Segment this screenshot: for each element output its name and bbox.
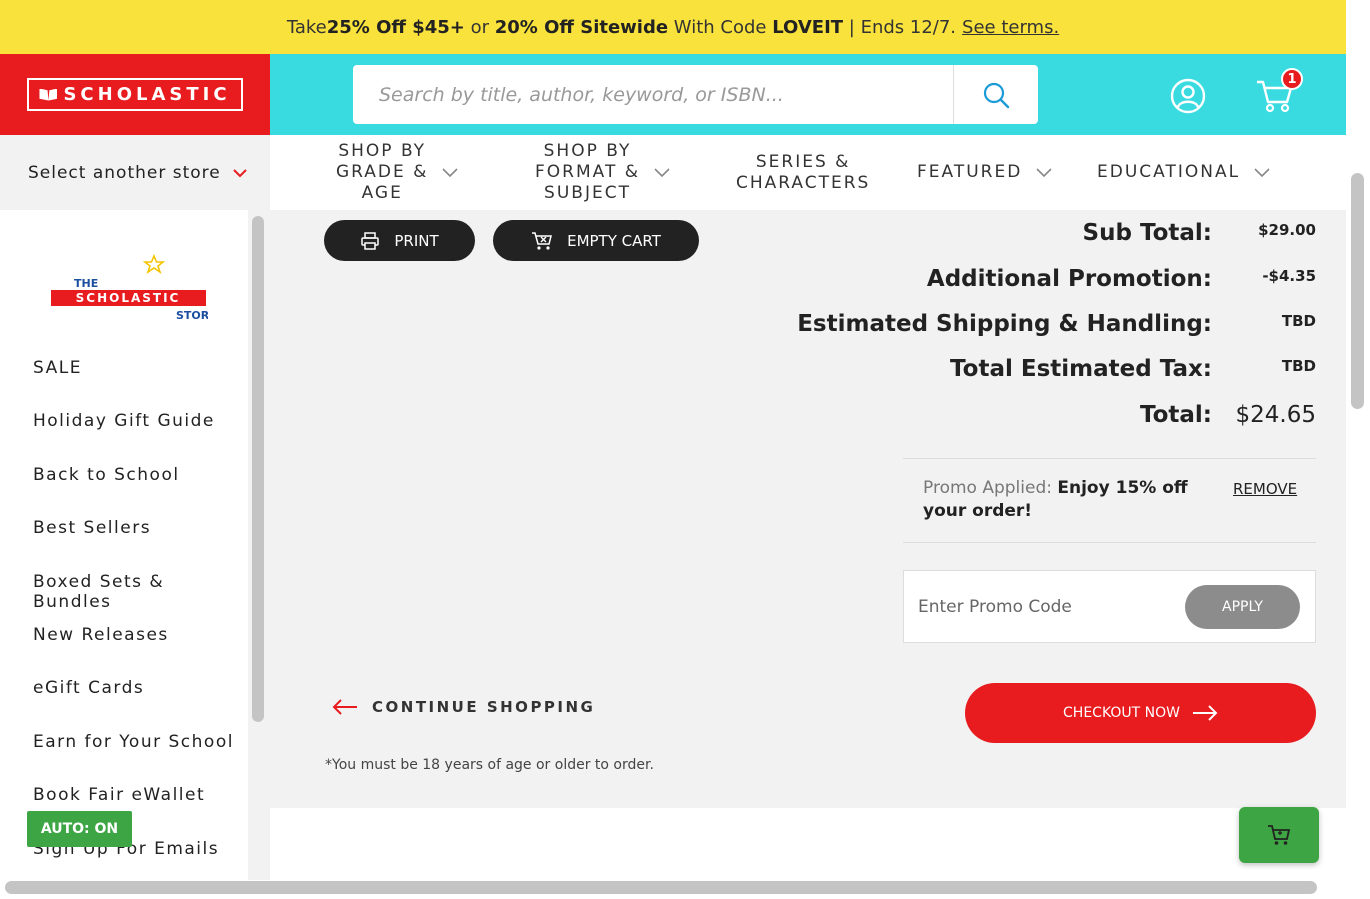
shipping-value: TBD — [1281, 312, 1316, 330]
promo-code-input[interactable] — [918, 589, 1178, 625]
cart-summary-panel: PRINT EMPTY CART Sub Total: $29.00 Addit… — [270, 210, 1346, 808]
print-button[interactable]: PRINT — [324, 220, 475, 261]
account-icon[interactable] — [1170, 78, 1206, 114]
nav-featured[interactable]: FEATURED — [917, 135, 1052, 210]
cart-count-badge: 1 — [1281, 68, 1303, 90]
nav-featured-label: FEATURED — [917, 162, 1023, 182]
nav-educational-label: EDUCATIONAL — [1097, 162, 1241, 182]
search-input[interactable] — [353, 65, 953, 124]
search-icon — [983, 82, 1010, 108]
promo-bold-2: 20% Off Sitewide — [494, 16, 669, 38]
continue-shopping-link[interactable]: CONTINUE SHOPPING — [332, 698, 595, 716]
sub-total-label: Sub Total: — [1082, 220, 1212, 246]
chevron-down-icon — [1254, 167, 1270, 177]
sidebar-item-back-to-school[interactable]: Back to School — [33, 465, 180, 485]
print-label: PRINT — [394, 231, 439, 250]
promo-text-1: Take — [286, 16, 327, 38]
chevron-down-icon — [1036, 167, 1052, 177]
shipping-label: Estimated Shipping & Handling: — [797, 311, 1212, 337]
divider — [903, 458, 1316, 459]
header-bar: 1 — [270, 54, 1346, 135]
sidebar-item-best-sellers[interactable]: Best Sellers — [33, 518, 151, 538]
main-nav: SHOP BY GRADE & AGE SHOP BY FORMAT & SUB… — [270, 135, 1346, 210]
remove-promo-link[interactable]: REMOVE — [1233, 480, 1297, 498]
logo-store: STORE — [176, 309, 208, 322]
tax-label: Total Estimated Tax: — [950, 356, 1212, 382]
tax-value: TBD — [1281, 357, 1316, 375]
sidebar-scroll-thumb[interactable] — [252, 216, 264, 722]
nav-grade-line-1: SHOP BY — [338, 141, 427, 161]
chevron-down-icon — [442, 167, 458, 177]
promotion-label: Additional Promotion: — [926, 266, 1212, 292]
promo-text-3: With Code — [668, 16, 773, 38]
empty-cart-button[interactable]: EMPTY CART — [493, 220, 699, 261]
logo-scholastic: SCHOLASTIC — [76, 291, 181, 305]
empty-cart-icon — [532, 231, 553, 250]
promo-code: LOVEIT — [772, 16, 844, 38]
continue-shopping-label: CONTINUE SHOPPING — [372, 698, 596, 716]
nav-series-characters[interactable]: SERIES & CHARACTERS — [736, 135, 870, 210]
chevron-down-icon — [233, 168, 247, 177]
nav-format-line-1: SHOP BY — [543, 141, 632, 161]
printer-icon — [361, 231, 380, 250]
sidebar-item-holiday-gift-guide[interactable]: Holiday Gift Guide — [33, 411, 215, 431]
logo-the: THE — [74, 277, 98, 290]
nav-series-line-2: CHARACTERS — [736, 172, 871, 193]
promotion-value: -$4.35 — [1262, 267, 1316, 285]
nav-format-line-2: FORMAT & — [535, 162, 640, 182]
promo-applied-label: Promo Applied: — [923, 478, 1052, 498]
auto-status-badge[interactable]: AUTO: ON — [27, 811, 132, 847]
sidebar-item-book-fair-ewallet[interactable]: Book Fair eWallet — [33, 785, 205, 805]
nav-grade-line-3: AGE — [361, 183, 403, 203]
sidebar-item-earn-for-school[interactable]: Earn for Your School — [33, 732, 234, 752]
promo-banner: Take 25% Off $45+ or 20% Off Sitewide Wi… — [0, 0, 1346, 54]
empty-cart-label: EMPTY CART — [567, 231, 661, 250]
chevron-down-icon — [654, 167, 670, 177]
search-box — [353, 65, 1038, 124]
logo-text: SCHOLASTIC — [63, 84, 231, 105]
floating-cart-button[interactable] — [1239, 807, 1319, 863]
promo-text-2: or — [464, 16, 495, 38]
sidebar-item-sale[interactable]: SALE — [33, 358, 82, 378]
search-button[interactable] — [953, 65, 1038, 124]
see-terms-link[interactable]: See terms. — [962, 17, 1059, 38]
select-store-label: Select another store — [28, 162, 221, 183]
arrow-right-icon — [1192, 705, 1218, 721]
checkout-now-button[interactable]: CHECKOUT NOW — [965, 683, 1316, 743]
checkout-label: CHECKOUT NOW — [1063, 705, 1180, 721]
select-store-dropdown[interactable]: Select another store — [0, 135, 270, 210]
age-requirement-note: *You must be 18 years of age or older to… — [325, 757, 654, 773]
nav-grade-line-2: GRADE & — [336, 162, 429, 182]
promo-bold-1: 25% Off $45+ — [326, 16, 465, 38]
nav-educational[interactable]: EDUCATIONAL — [1097, 135, 1270, 210]
nav-format-line-3: SUBJECT — [544, 183, 631, 203]
book-icon — [39, 88, 58, 101]
nav-shop-by-grade[interactable]: SHOP BY GRADE & AGE — [336, 135, 458, 210]
sidebar-item-new-releases[interactable]: New Releases — [33, 625, 169, 645]
sidebar-item-egift-cards[interactable]: eGift Cards — [33, 678, 144, 698]
total-value: $24.65 — [1235, 402, 1316, 428]
divider — [903, 542, 1316, 543]
horizontal-scroll-thumb[interactable] — [5, 881, 1317, 894]
promo-applied-message: Promo Applied: Enjoy 15% off your order! — [923, 477, 1203, 523]
sidebar-item-boxed-sets[interactable]: Boxed Sets & Bundles — [33, 572, 248, 612]
apply-promo-button[interactable]: APPLY — [1185, 585, 1300, 629]
sub-total-value: $29.00 — [1258, 221, 1316, 239]
cart-icon — [1268, 825, 1291, 845]
scholastic-logo-block[interactable]: SCHOLASTIC — [0, 54, 270, 135]
scholastic-logo[interactable]: SCHOLASTIC — [27, 78, 243, 111]
arrow-left-icon — [332, 699, 357, 715]
page-scroll-thumb[interactable] — [1351, 173, 1364, 409]
nav-series-line-1: SERIES & — [755, 151, 851, 172]
nav-shop-by-format[interactable]: SHOP BY FORMAT & SUBJECT — [535, 135, 670, 210]
promo-code-form: APPLY — [903, 570, 1316, 643]
promo-text-4: | Ends 12/7. — [843, 16, 957, 38]
total-label: Total: — [1139, 402, 1212, 428]
sidebar: THE SCHOLASTIC STORE SALE Holiday Gift G… — [0, 210, 248, 880]
scholastic-store-logo[interactable]: THE SCHOLASTIC STORE — [48, 250, 208, 330]
